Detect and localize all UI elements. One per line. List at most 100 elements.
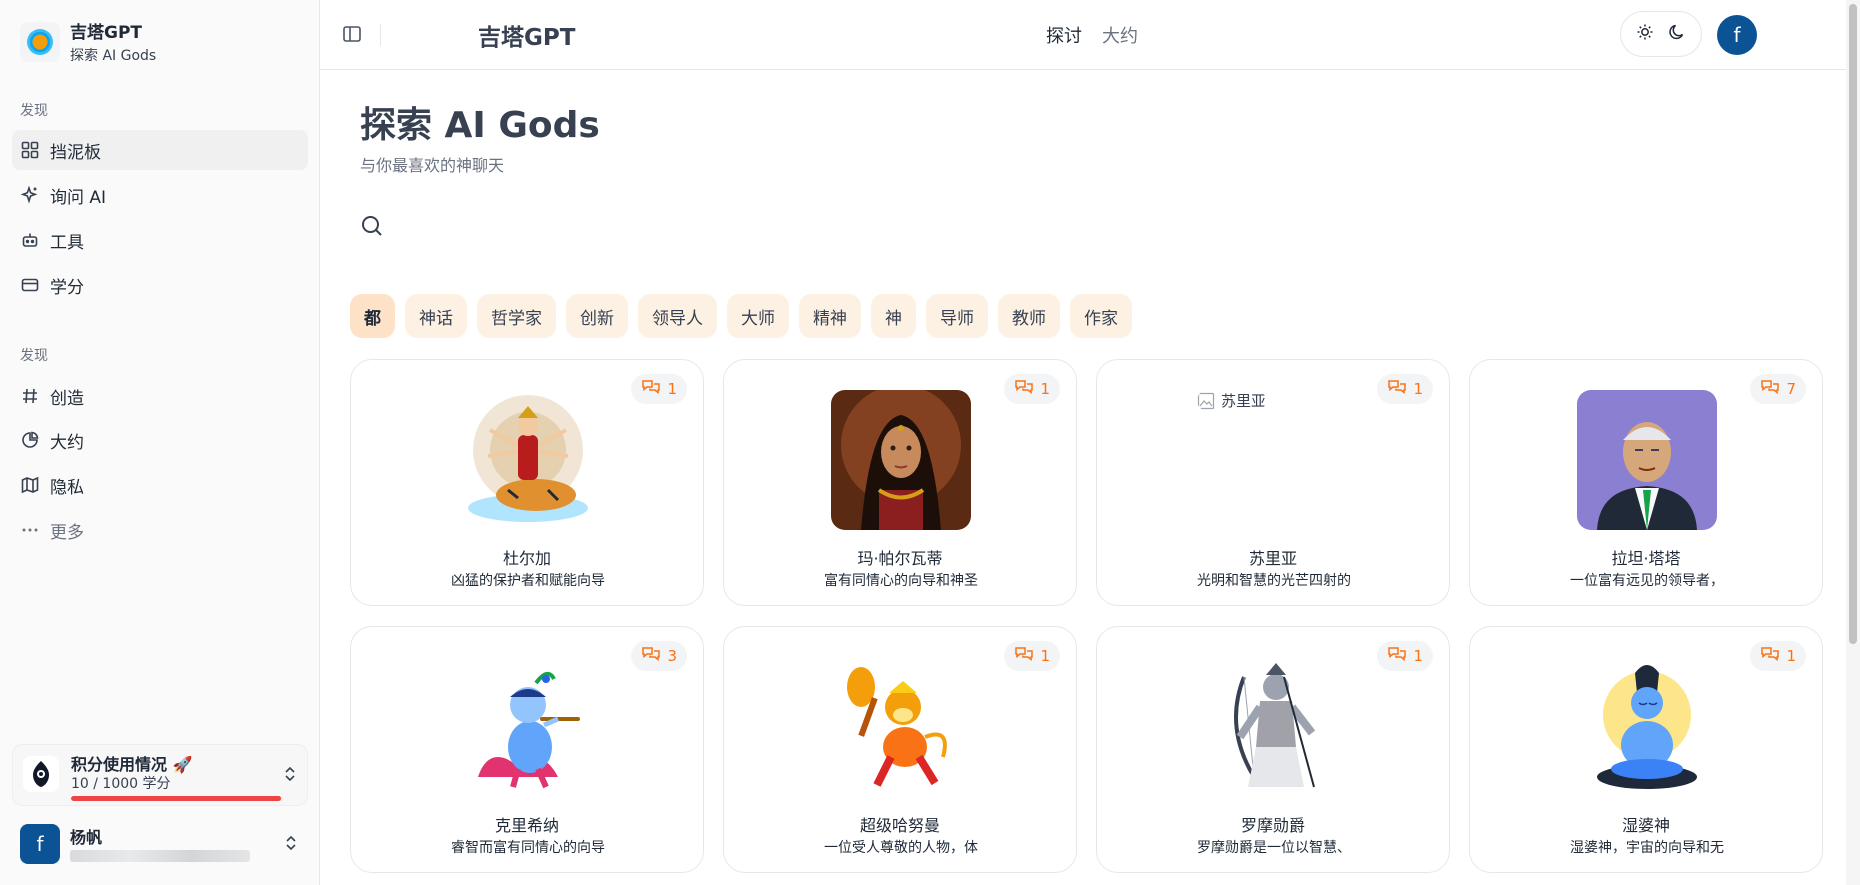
krishna-image xyxy=(458,657,598,797)
dots-icon xyxy=(20,520,40,540)
sidebar-item-ask-ai[interactable]: 询问 AI xyxy=(12,175,308,215)
divider xyxy=(380,24,381,46)
god-card-hanuman[interactable]: 1 超级哈努曼 一位受人尊敬的人物，体 xyxy=(723,626,1077,873)
theme-toggle[interactable] xyxy=(1620,11,1702,57)
section-label-discover-2: 发现 xyxy=(20,348,48,364)
god-card-shiva[interactable]: 1 湿婆神 湿婆神，宇宙的向导和无 xyxy=(1469,626,1823,873)
god-card-rama[interactable]: 1 罗摩勋爵 罗摩勋爵是一位以智慧、 xyxy=(1096,626,1450,873)
rama-image xyxy=(1204,657,1344,797)
sidebar-item-privacy[interactable]: 隐私 xyxy=(12,465,308,505)
god-description: 富有同情心的向导和神圣 xyxy=(824,573,978,589)
page-subtitle: 与你最喜欢的神聊天 xyxy=(360,156,505,175)
god-card-krishna[interactable]: 3 克里希纳 睿智而富有同情心的向导 xyxy=(350,626,704,873)
chip-innovation[interactable]: 创新 xyxy=(566,294,628,338)
chat-bubbles-icon xyxy=(1014,379,1034,399)
page-title: 探索 AI Gods xyxy=(360,105,600,146)
god-card-parvati[interactable]: 1 玛·帕尔瓦蒂 富有同情心的向导和神圣 xyxy=(723,359,1077,606)
chat-count-badge: 7 xyxy=(1750,374,1806,404)
god-name: 克里希纳 xyxy=(494,816,559,835)
god-name: 玛·帕尔瓦蒂 xyxy=(857,549,943,568)
header-nav: 探讨 大约 xyxy=(1046,22,1138,48)
god-description: 凶猛的保护者和赋能向导 xyxy=(451,573,605,589)
sidebar-item-tools[interactable]: 工具 xyxy=(12,220,308,260)
brand[interactable]: 吉塔GPT 探索 AI Gods xyxy=(20,18,156,65)
ratan-tata-image xyxy=(1577,390,1717,530)
user-email-redacted xyxy=(70,850,250,862)
chip-master[interactable]: 大师 xyxy=(727,294,789,338)
robot-icon xyxy=(20,230,40,250)
god-name: 罗摩勋爵 xyxy=(1240,816,1305,835)
god-card-grid: 1 杜尔加 凶猛的保护者和赋能向导 1 玛·帕尔瓦蒂 富有同情心的向导和神圣 1… xyxy=(350,359,1823,873)
brand-subtitle: 探索 AI Gods xyxy=(70,48,157,64)
user-name: 杨帆 xyxy=(70,828,103,847)
scrollbar-thumb[interactable] xyxy=(1849,4,1857,644)
search-icon[interactable] xyxy=(360,214,386,240)
sidebar-item-more[interactable]: 更多 xyxy=(12,510,308,550)
chat-bubbles-icon xyxy=(1387,379,1407,399)
moon-icon[interactable] xyxy=(1668,23,1686,45)
chat-count: 1 xyxy=(1040,647,1050,665)
sidebar-item-dashboard[interactable]: 挡泥板 xyxy=(12,130,308,170)
sidebar-item-label: 创造 xyxy=(50,388,84,409)
chat-bubbles-icon xyxy=(1387,646,1407,666)
chat-bubbles-icon xyxy=(641,646,661,666)
user-menu[interactable]: f 杨帆 xyxy=(12,816,308,874)
god-card-ratan-tata[interactable]: 7 拉坦·塔塔 一位富有远见的领导者， xyxy=(1469,359,1823,606)
chat-count: 1 xyxy=(1786,647,1796,665)
durga-image xyxy=(458,390,598,530)
god-name: 超级哈努曼 xyxy=(859,816,940,835)
nav-link-explore[interactable]: 探讨 xyxy=(1046,22,1082,48)
chip-writer[interactable]: 作家 xyxy=(1070,294,1132,338)
chevron-updown-icon[interactable] xyxy=(283,765,297,787)
chip-god[interactable]: 神 xyxy=(871,294,916,338)
sidebar-item-about[interactable]: 大约 xyxy=(12,420,308,460)
sidebar-item-create[interactable]: 创造 xyxy=(12,376,308,416)
god-name: 苏里亚 xyxy=(1248,549,1297,568)
chip-mentor[interactable]: 导师 xyxy=(926,294,988,338)
parvati-image xyxy=(831,390,971,530)
brand-title: 吉塔GPT xyxy=(70,23,143,43)
chat-bubbles-icon xyxy=(1760,646,1780,666)
chat-count-badge: 1 xyxy=(1004,641,1060,671)
chip-leader[interactable]: 领导人 xyxy=(638,294,717,338)
god-card-surya[interactable]: 1 苏里亚 苏里亚 光明和智慧的光芒四射的 xyxy=(1096,359,1450,606)
grid-icon xyxy=(20,140,40,160)
god-description: 一位受人尊敬的人物，体 xyxy=(824,840,978,856)
page-scrollbar[interactable] xyxy=(1846,0,1860,885)
sidebar-item-label: 大约 xyxy=(50,432,84,453)
sidebar-toggle-icon[interactable] xyxy=(342,24,364,46)
chat-count: 1 xyxy=(1413,380,1423,398)
chip-mythology[interactable]: 神话 xyxy=(405,294,467,338)
map-icon xyxy=(20,475,40,495)
credits-usage-card[interactable]: 积分使用情况 🚀 10 / 1000 学分 xyxy=(12,744,308,806)
card-icon xyxy=(20,275,40,295)
section-label-discover: 发现 xyxy=(20,103,48,119)
image-alt-text: 苏里亚 xyxy=(1221,392,1267,410)
chip-teacher[interactable]: 教师 xyxy=(998,294,1060,338)
sidebar-item-credits[interactable]: 学分 xyxy=(12,265,308,305)
god-card-durga[interactable]: 1 杜尔加 凶猛的保护者和赋能向导 xyxy=(350,359,704,606)
god-description: 光明和智慧的光芒四射的 xyxy=(1197,573,1351,589)
sun-icon[interactable] xyxy=(1636,23,1654,45)
chip-philosopher[interactable]: 哲学家 xyxy=(477,294,556,338)
pie-icon xyxy=(20,430,40,450)
sidebar-item-label: 工具 xyxy=(50,232,84,253)
god-description: 一位富有远见的领导者， xyxy=(1570,573,1724,589)
sidebar-item-label: 挡泥板 xyxy=(50,142,101,163)
sidebar-item-label: 更多 xyxy=(50,522,84,543)
god-name: 拉坦·塔塔 xyxy=(1611,549,1681,568)
sidebar-item-label: 隐私 xyxy=(50,477,84,498)
header-title: 吉塔GPT xyxy=(478,25,576,51)
sidebar: 吉塔GPT 探索 AI Gods 发现 挡泥板 询问 AI 工具 学分 发现 创… xyxy=(0,0,320,885)
god-description: 睿智而富有同情心的向导 xyxy=(451,840,605,856)
brand-logo-icon xyxy=(20,21,60,62)
chevron-updown-icon[interactable] xyxy=(284,834,298,856)
chip-spirit[interactable]: 精神 xyxy=(799,294,861,338)
shiva-image xyxy=(1577,657,1717,797)
chip-all[interactable]: 都 xyxy=(350,294,395,338)
sidebar-item-label: 学分 xyxy=(50,277,84,298)
nav-link-about[interactable]: 大约 xyxy=(1102,22,1138,48)
god-description: 罗摩勋爵是一位以智慧、 xyxy=(1197,840,1351,856)
profile-avatar[interactable]: f xyxy=(1717,15,1757,55)
chat-count-badge: 1 xyxy=(1377,374,1433,404)
